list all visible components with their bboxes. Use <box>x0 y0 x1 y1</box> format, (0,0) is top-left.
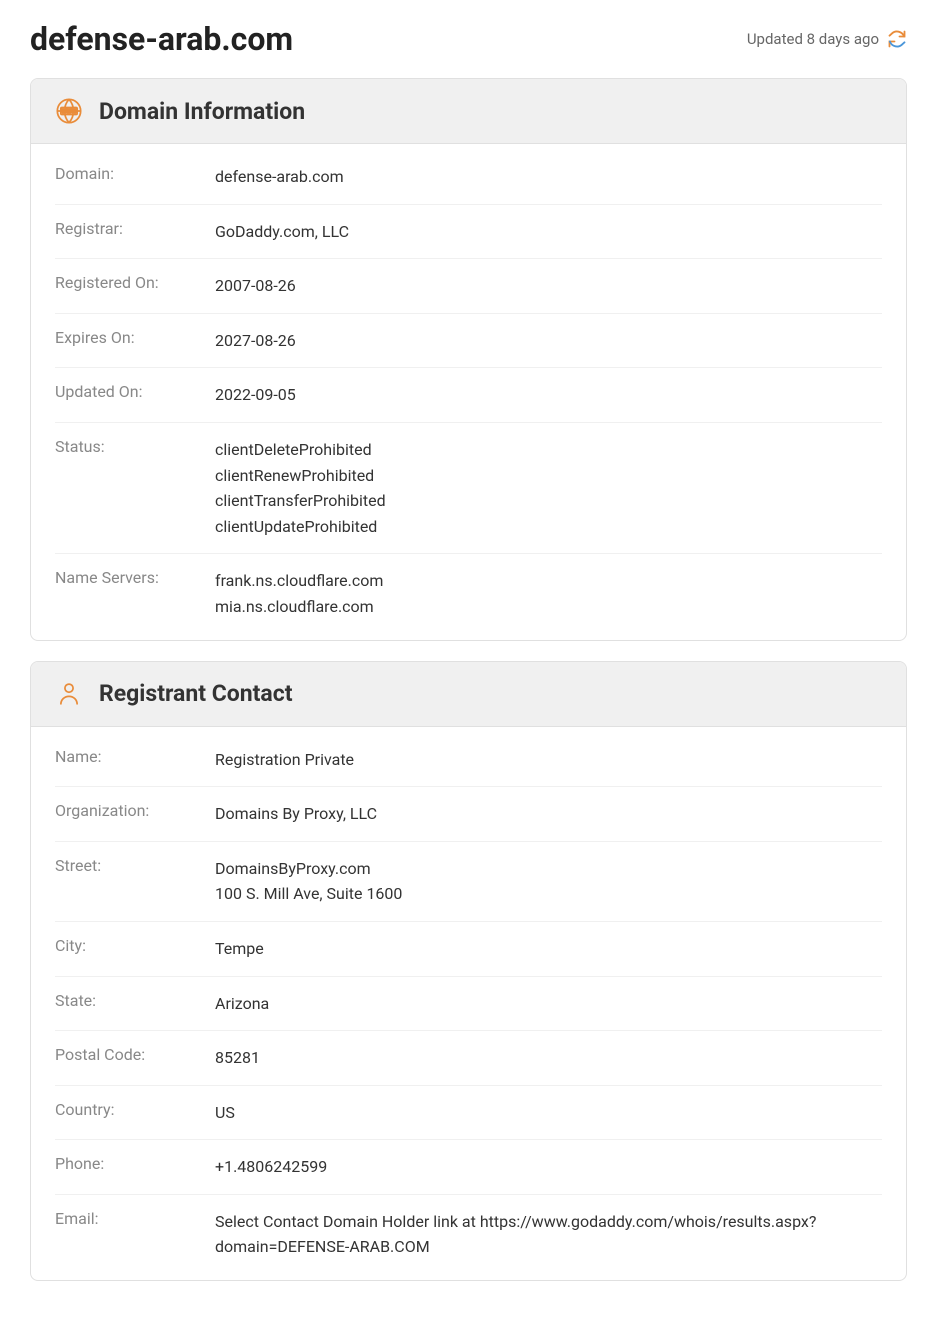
registrant-row-label: Country: <box>55 1100 215 1126</box>
registrant-row: Organization:Domains By Proxy, LLC <box>55 787 882 842</box>
registrant-row-value-line: DomainsByProxy.com <box>215 856 402 882</box>
registrant-row-value-line: Select Contact Domain Holder link at htt… <box>215 1209 882 1260</box>
updated-status: Updated 8 days ago <box>747 29 907 49</box>
domain-info-row-value-line: clientDeleteProhibited <box>215 437 386 463</box>
refresh-icon[interactable] <box>887 29 907 49</box>
person-icon <box>55 680 83 708</box>
registrant-row: Name:Registration Private <box>55 733 882 788</box>
domain-info-row: Expires On:2027-08-26 <box>55 314 882 369</box>
domain-info-row-value: 2007-08-26 <box>215 273 296 299</box>
registrant-row-value: US <box>215 1100 235 1126</box>
registrant-contact-body: Name:Registration PrivateOrganization:Do… <box>31 727 906 1281</box>
domain-info-row-value-line: GoDaddy.com, LLC <box>215 219 349 245</box>
domain-info-body: Domain:defense-arab.comRegistrar:GoDaddy… <box>31 144 906 640</box>
domain-info-row-value-line: clientRenewProhibited <box>215 463 386 489</box>
registrant-row-label: City: <box>55 936 215 962</box>
domain-info-title: Domain Information <box>99 98 305 125</box>
domain-info-row-value: 2022-09-05 <box>215 382 296 408</box>
registrant-row: Phone:+1.4806242599 <box>55 1140 882 1195</box>
registrant-row: Country:US <box>55 1086 882 1141</box>
registrant-row-value: Arizona <box>215 991 269 1017</box>
domain-info-row-label: Name Servers: <box>55 568 215 619</box>
registrant-row-value-line: 100 S. Mill Ave, Suite 1600 <box>215 881 402 907</box>
registrant-row-label: State: <box>55 991 215 1017</box>
domain-info-row-value: GoDaddy.com, LLC <box>215 219 349 245</box>
domain-info-row: Registered On:2007-08-26 <box>55 259 882 314</box>
domain-info-row-label: Expires On: <box>55 328 215 354</box>
domain-info-row-value: frank.ns.cloudflare.commia.ns.cloudflare… <box>215 568 383 619</box>
domain-info-row-value-line: clientTransferProhibited <box>215 488 386 514</box>
registrant-row-label: Postal Code: <box>55 1045 215 1071</box>
registrant-row: Postal Code:85281 <box>55 1031 882 1086</box>
domain-info-row-label: Registered On: <box>55 273 215 299</box>
domain-info-row-value-line: defense-arab.com <box>215 164 344 190</box>
registrant-row-value-line: Registration Private <box>215 747 354 773</box>
registrant-contact-title: Registrant Contact <box>99 680 293 707</box>
registrant-row-label: Name: <box>55 747 215 773</box>
registrant-row-value-line: +1.4806242599 <box>215 1154 327 1180</box>
header: defense-arab.com Updated 8 days ago <box>30 20 907 58</box>
registrant-row-value-line: 85281 <box>215 1045 260 1071</box>
domain-info-header: WWW Domain Information <box>31 79 906 144</box>
domain-info-row: Name Servers:frank.ns.cloudflare.commia.… <box>55 554 882 633</box>
domain-info-row-value-line: 2022-09-05 <box>215 382 296 408</box>
domain-info-row-value: 2027-08-26 <box>215 328 296 354</box>
registrant-row-value: +1.4806242599 <box>215 1154 327 1180</box>
domain-info-row: Status:clientDeleteProhibitedclientRenew… <box>55 423 882 554</box>
registrant-row-value: 85281 <box>215 1045 260 1071</box>
domain-info-row: Registrar:GoDaddy.com, LLC <box>55 205 882 260</box>
domain-info-row-label: Updated On: <box>55 382 215 408</box>
domain-info-row: Updated On:2022-09-05 <box>55 368 882 423</box>
domain-info-row-value-line: clientUpdateProhibited <box>215 514 386 540</box>
registrant-row: Email:Select Contact Domain Holder link … <box>55 1195 882 1274</box>
registrant-row: City:Tempe <box>55 922 882 977</box>
domain-info-row-value: defense-arab.com <box>215 164 344 190</box>
registrant-row-value-line: US <box>215 1100 235 1126</box>
domain-info-row-value-line: 2007-08-26 <box>215 273 296 299</box>
registrant-row-value: DomainsByProxy.com100 S. Mill Ave, Suite… <box>215 856 402 907</box>
globe-www-icon: WWW <box>55 97 83 125</box>
updated-text: Updated 8 days ago <box>747 30 879 48</box>
registrant-row-value: Select Contact Domain Holder link at htt… <box>215 1209 882 1260</box>
registrant-row-value-line: Tempe <box>215 936 264 962</box>
registrant-row-value: Tempe <box>215 936 264 962</box>
domain-info-row-label: Domain: <box>55 164 215 190</box>
domain-info-row-value-line: 2027-08-26 <box>215 328 296 354</box>
registrant-row-label: Organization: <box>55 801 215 827</box>
domain-info-card: WWW Domain Information Domain:defense-ar… <box>30 78 907 641</box>
registrant-row: Street:DomainsByProxy.com100 S. Mill Ave… <box>55 842 882 922</box>
registrant-row: State:Arizona <box>55 977 882 1032</box>
domain-info-row-value-line: frank.ns.cloudflare.com <box>215 568 383 594</box>
svg-text:WWW: WWW <box>62 109 77 115</box>
domain-info-row-value: clientDeleteProhibitedclientRenewProhibi… <box>215 437 386 539</box>
domain-info-row: Domain:defense-arab.com <box>55 150 882 205</box>
page-title: defense-arab.com <box>30 20 293 58</box>
registrant-row-value-line: Domains By Proxy, LLC <box>215 801 377 827</box>
registrant-row-value: Domains By Proxy, LLC <box>215 801 377 827</box>
registrant-row-value: Registration Private <box>215 747 354 773</box>
domain-info-row-label: Registrar: <box>55 219 215 245</box>
registrant-row-label: Street: <box>55 856 215 907</box>
domain-info-row-label: Status: <box>55 437 215 539</box>
registrant-contact-card: Registrant Contact Name:Registration Pri… <box>30 661 907 1282</box>
domain-info-row-value-line: mia.ns.cloudflare.com <box>215 594 383 620</box>
registrant-row-label: Phone: <box>55 1154 215 1180</box>
registrant-row-label: Email: <box>55 1209 215 1260</box>
registrant-contact-header: Registrant Contact <box>31 662 906 727</box>
registrant-row-value-line: Arizona <box>215 991 269 1017</box>
